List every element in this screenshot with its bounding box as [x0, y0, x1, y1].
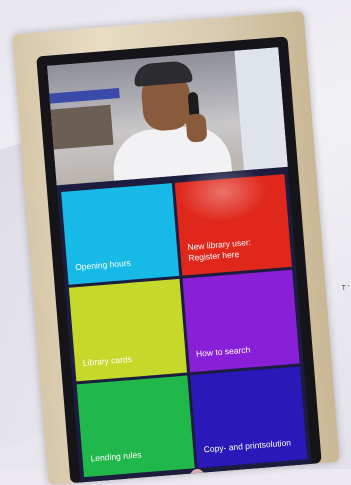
librarian-hand: [185, 113, 208, 143]
tile-copy-print[interactable]: Copy- and printsolution: [189, 366, 308, 469]
tile-label: Lending rules: [90, 449, 142, 464]
background-desk: [50, 104, 114, 150]
tile-label: Copy- and printsolution: [203, 437, 292, 455]
video-call-feed[interactable]: [46, 47, 288, 186]
side-sign-text: T ': [341, 285, 349, 292]
tile-library-cards[interactable]: Library cards: [68, 279, 187, 382]
screen-bezel: Opening hours New library user: Register…: [36, 36, 322, 484]
background-window: [234, 47, 288, 171]
tile-label: How to search: [195, 344, 251, 359]
tile-opening-hours[interactable]: Opening hours: [61, 183, 179, 286]
librarian-cap: [133, 60, 193, 87]
tile-label: New library user: Register here: [187, 237, 252, 263]
kiosk-frame: Opening hours New library user: Register…: [12, 11, 340, 485]
kiosk-screen: Opening hours New library user: Register…: [46, 47, 312, 483]
tile-label: Library cards: [82, 353, 133, 368]
tile-register[interactable]: New library user: Register here: [174, 174, 292, 276]
menu-tile-grid: Opening hours New library user: Register…: [61, 174, 308, 478]
tile-how-to-search[interactable]: How to search: [182, 270, 300, 372]
background-shelf: [49, 88, 120, 104]
home-button[interactable]: [189, 468, 205, 480]
tile-label: Opening hours: [74, 257, 132, 272]
tile-lending-rules[interactable]: Lending rules: [76, 375, 195, 478]
librarian-shirt: [110, 123, 233, 186]
